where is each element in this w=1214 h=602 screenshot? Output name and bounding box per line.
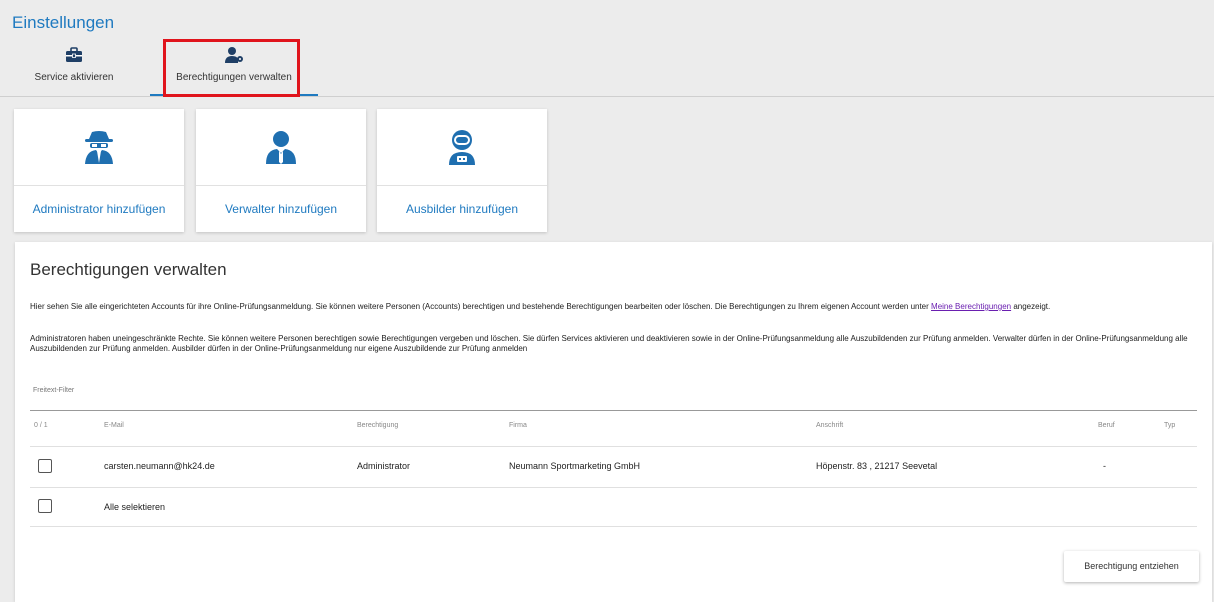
header-company: Firma — [509, 422, 527, 429]
tab-bar: Service aktivieren Berechtigungen verwal… — [0, 38, 1214, 97]
card-label: Verwalter hinzufügen — [224, 202, 338, 216]
header-job: Beruf — [1098, 422, 1115, 429]
toolbox-icon — [66, 47, 82, 62]
row-divider — [30, 526, 1197, 527]
select-all-checkbox[interactable] — [38, 499, 52, 513]
header-count: 0 / 1 — [34, 422, 48, 429]
row-address: Höpenstr. 83 , 21217 Seevetal — [816, 461, 938, 471]
freetext-filter-input[interactable]: Freitext-Filter — [33, 387, 74, 394]
tab-berechtigungen-verwalten[interactable]: Berechtigungen verwalten — [150, 42, 318, 96]
add-ausbilder-card[interactable]: Ausbilder hinzufügen — [377, 109, 547, 232]
row-email: carsten.neumann@hk24.de — [104, 461, 215, 471]
revoke-permission-button[interactable]: Berechtigung entziehen — [1064, 551, 1199, 582]
user-tie-icon — [266, 131, 296, 164]
spy-agent-icon — [85, 131, 113, 164]
tab-label: Service aktivieren — [34, 72, 114, 83]
desc-text: Hier sehen Sie alle eingerichteten Accou… — [30, 302, 932, 311]
permissions-panel: Berechtigungen verwalten Hier sehen Sie … — [15, 242, 1212, 602]
header-address: Anschrift — [816, 422, 844, 429]
left-scroll-gutter — [0, 97, 7, 597]
tab-service-aktivieren[interactable]: Service aktivieren — [22, 42, 126, 96]
add-verwalter-card[interactable]: Verwalter hinzufügen — [196, 109, 366, 232]
desc-text-end: angezeigt. — [1011, 302, 1051, 311]
tab-label: Berechtigungen verwalten — [176, 72, 292, 83]
card-label: Ausbilder hinzufügen — [405, 202, 519, 216]
header-role: Berechtigung — [357, 422, 399, 429]
user-key-icon — [225, 47, 243, 63]
meine-berechtigungen-link[interactable]: Meine Berechtigungen — [931, 302, 1011, 311]
table-top-divider — [30, 410, 1197, 411]
row-company: Neumann Sportmarketing GmbH — [509, 461, 641, 471]
header-email: E-Mail — [104, 422, 124, 429]
select-all-label: Alle selektieren — [104, 502, 166, 512]
header-type: Typ — [1164, 422, 1176, 429]
row-job: - — [1103, 461, 1106, 471]
card-icon-area — [14, 109, 184, 186]
row-checkbox[interactable] — [38, 459, 52, 473]
description-accounts: Hier sehen Sie alle eingerichteten Accou… — [30, 302, 1190, 312]
row-divider — [30, 446, 1197, 447]
page-title: Einstellungen — [12, 13, 115, 32]
card-icon-area — [196, 109, 366, 186]
row-divider — [30, 487, 1197, 488]
description-roles: Administratoren haben uneingeschränkte R… — [30, 334, 1188, 353]
add-administrator-card[interactable]: Administrator hinzufügen — [14, 109, 184, 232]
row-role: Administrator — [357, 461, 411, 471]
panel-title: Berechtigungen verwalten — [30, 260, 227, 279]
astronaut-icon — [449, 130, 475, 165]
card-icon-area — [377, 109, 547, 186]
card-label: Administrator hinzufügen — [32, 202, 166, 216]
